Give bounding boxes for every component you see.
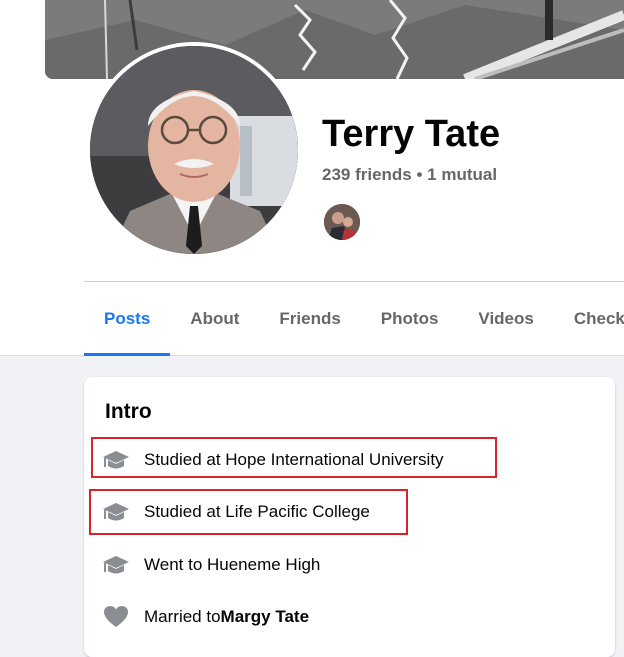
profile-tabs: Posts About Friends Photos Videos Check <box>84 282 624 356</box>
intro-item-education-3: Went to Hueneme High <box>102 549 320 581</box>
separator-dot: • <box>411 165 428 184</box>
graduation-cap-icon <box>102 551 130 579</box>
intro-item-text: Studied at Hope International University <box>144 450 444 469</box>
intro-title: Intro <box>105 400 152 423</box>
tab-check-ins[interactable]: Check <box>554 282 624 356</box>
tab-about[interactable]: About <box>170 282 259 356</box>
heart-icon <box>102 603 130 631</box>
tab-photos[interactable]: Photos <box>361 282 459 356</box>
intro-item-education-1: Studied at Hope International University <box>102 444 444 476</box>
intro-card: Intro Studied at Hope International Univ… <box>84 377 615 657</box>
friends-summary[interactable]: 239 friends • 1 mutual <box>322 164 497 186</box>
intro-item-text: Studied at Life Pacific College <box>144 502 370 521</box>
intro-item-education-2: Studied at Life Pacific College <box>102 496 370 528</box>
tab-friends[interactable]: Friends <box>259 282 360 356</box>
intro-item-relationship: Married to Margy Tate <box>102 601 309 633</box>
spouse-name-link[interactable]: Margy Tate <box>221 607 310 627</box>
profile-name: Terry Tate <box>322 113 501 155</box>
friends-count[interactable]: 239 friends <box>322 165 412 184</box>
mutual-friend-avatar[interactable] <box>322 202 362 242</box>
tab-posts[interactable]: Posts <box>84 282 171 356</box>
tab-videos[interactable]: Videos <box>458 282 553 356</box>
profile-avatar[interactable] <box>90 46 298 254</box>
mutual-count[interactable]: 1 mutual <box>427 165 497 184</box>
relationship-prefix: Married to <box>144 607 221 626</box>
intro-item-text: Went to Hueneme High <box>144 555 321 574</box>
graduation-cap-icon <box>102 446 130 474</box>
graduation-cap-icon <box>102 498 130 526</box>
